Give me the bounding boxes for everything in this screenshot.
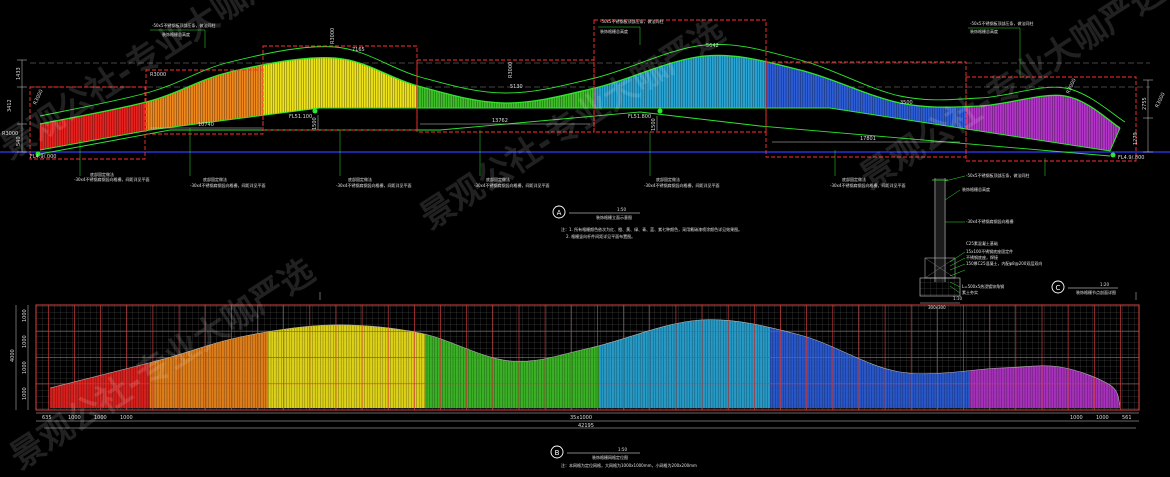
drawing-note: 注：本网格为定位网格，大网格为1000x1000mm，小网格为200x200mm [561, 462, 697, 468]
section-note: 装饰格栅总高度 [962, 186, 990, 192]
top-note: -50x5不锈钢板顶部压条，做法同柱 [970, 20, 1033, 26]
drawing-label-scale: 1:50 [617, 207, 626, 212]
bottom-note: -30x4不锈钢扁钢竖向格栅，间距详见平面 [644, 182, 719, 188]
vertical-dimension: 1500 [651, 118, 657, 131]
drawing-label-b: B 1:50 装饰格栅网格定位图 注：本网格为定位网格，大网格为1000x100… [550, 445, 697, 468]
grid-bottom-dim: 1000 [1070, 415, 1083, 421]
vertical-dimension: 1433 [16, 67, 22, 80]
grid-side-total: 4000 [10, 349, 16, 362]
horizontal-dimension: 10740 [198, 122, 214, 128]
horizontal-dimension: 13762 [492, 118, 508, 124]
bottom-sub-note: 底部固定做法 [203, 176, 227, 182]
radius-label: R3000 [330, 28, 336, 44]
grid-bottom-dim: 1000 [1096, 415, 1109, 421]
section-note: -50x5不锈钢板顶部压条，做法同柱 [966, 172, 1029, 178]
grid-side-dim: 1000 [22, 309, 28, 322]
grid-side-dim: 1000 [22, 335, 28, 348]
section-note: 不锈钢底座，焊接 [966, 254, 998, 260]
level-label: FL51.100 [289, 114, 312, 120]
section-note: L=500x5热浸镀锌角钢 [962, 283, 1004, 289]
drawing-label-scale: 1:20 [1100, 282, 1109, 287]
arc-dimension: 7165 [352, 47, 365, 53]
elevation-b: 1000 1000 1000 1000 4000 635 1000 1000 1… [10, 292, 1140, 468]
watermark-text: 景观公社-专业大咖严选 [853, 0, 1170, 198]
drawing-label-title: 装饰格栅网格定位图 [592, 454, 628, 460]
arc-dimension: 3500 [900, 100, 913, 106]
grid-bottom-dim: 561 [1122, 415, 1132, 421]
bottom-note: -30x4不锈钢扁钢竖向格栅，间距详见平面 [190, 182, 265, 188]
grid-bottom-dim: 35x1000 [570, 415, 592, 421]
drawing-label-scale: 1:50 [618, 447, 627, 452]
section-footing [919, 277, 961, 297]
drawing-note: 2. 格栅竖向杆件间距详见平面布置图。 [566, 233, 635, 239]
grid-total-dim: 42195 [578, 423, 594, 429]
radius-label: R3000 [1065, 78, 1077, 95]
drawing-label-a: A 1:50 装饰格栅立面示意图 注：1. 所有格栅颜色依次为红、橙、黄、绿、青… [552, 205, 742, 239]
cad-drawing: -50x5不锈钢板顶部压条，做法同柱 -50x5不锈钢板顶部压条，做法同柱 -5… [0, 0, 1170, 477]
section-c: -50x5不锈钢板顶部压条，做法同柱 装饰格栅总高度 -30x4不锈钢扁钢竖向格… [919, 172, 1118, 310]
horizontal-dimension: 17801 [860, 136, 876, 142]
top-note: -50x5不锈钢板顶部压条，做法同柱 [600, 18, 663, 24]
drawing-label-title: 装饰格栅节点剖面详图 [1076, 289, 1116, 295]
watermark-text: 景观公社-专业大咖严选 [413, 11, 732, 237]
section-note: 15x100不锈钢底座固定件 [966, 248, 1013, 254]
top-sub-note: 装饰格栅总高度 [600, 28, 628, 34]
bottom-sub-note: 底部固定做法 [656, 176, 680, 182]
section-note: 150厚C25混凝土，内配φ8@200双层双向 [966, 260, 1042, 266]
drawing-label-letter: C [1056, 284, 1061, 292]
section-note: -30x4不锈钢扁钢竖向格栅 [966, 218, 1013, 224]
level-label: FL51.800 [628, 114, 651, 120]
vertical-dimension: 1279 [1133, 132, 1139, 145]
bottom-sub-note: 底部固定做法 [348, 176, 372, 182]
grid-side-dim: 1000 [22, 387, 28, 400]
section-note: 素土夯实 [962, 289, 978, 295]
drawing-label-c: C 1:20 装饰格栅节点剖面详图 [1051, 280, 1118, 295]
section-note: C25素混凝土基础 [966, 240, 998, 246]
top-sub-note: 装饰格栅总高度 [970, 28, 998, 34]
grid-bottom-dim: 1000 [120, 415, 133, 421]
vertical-dimension: 1500 [312, 117, 318, 130]
grid-side-dim: 1000 [22, 361, 28, 374]
bottom-sub-note: 底部固定做法 [90, 171, 114, 177]
vertical-dimension: 3412 [7, 99, 13, 112]
arc-dimension: 5130 [510, 84, 523, 90]
radius-label: R3000 [508, 62, 514, 78]
vertical-dimension: 2755 [1142, 97, 1148, 110]
drawing-label-letter: B [555, 449, 560, 457]
radius-label: R3000 [1154, 92, 1166, 109]
bottom-note: -30x4不锈钢扁钢竖向格栅，间距详见平面 [336, 182, 411, 188]
drawing-label-letter: A [557, 209, 562, 217]
level-label: FL4.9/.800 [1118, 155, 1144, 161]
drawing-note: 注：1. 所有格栅颜色依次为红、橙、黄、绿、青、蓝、紫七种颜色，采用氟碳漆喷涂颜… [561, 226, 742, 232]
drawing-label-title: 装饰格栅立面示意图 [596, 214, 632, 220]
section-scale-note: 1:10 [953, 296, 962, 301]
